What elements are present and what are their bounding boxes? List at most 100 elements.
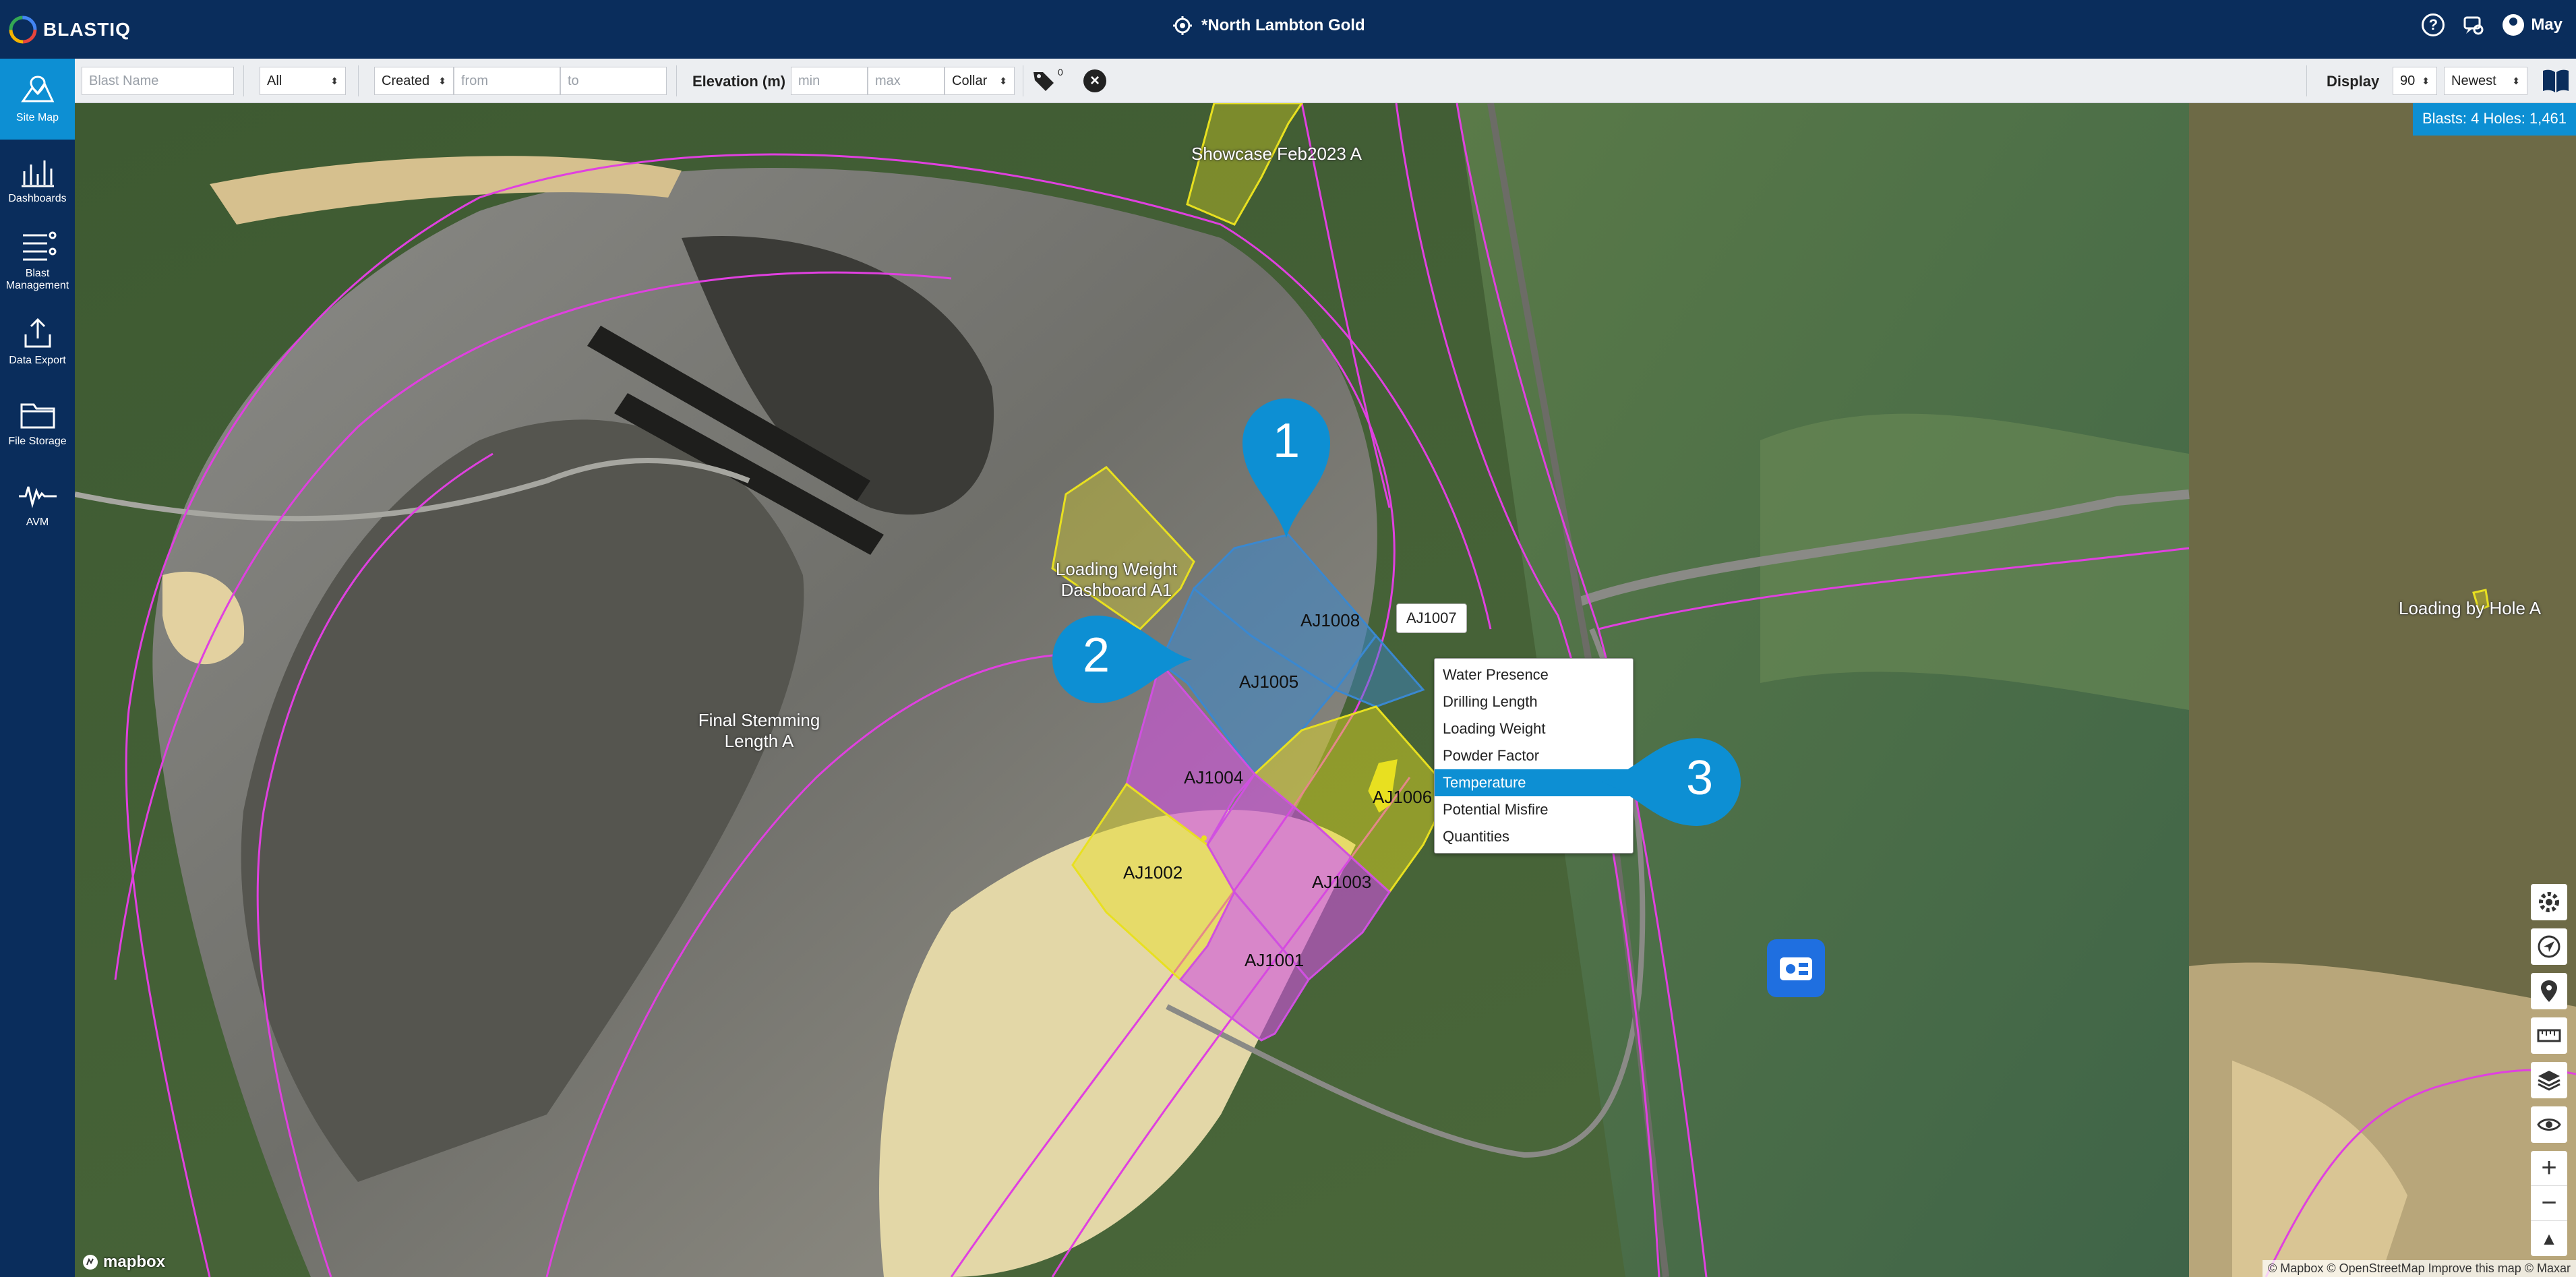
camera-icon[interactable] <box>1767 939 1825 997</box>
blast-label-showcase[interactable]: Showcase Feb2023 A <box>1191 144 1362 165</box>
dashboard-icon <box>21 160 54 187</box>
callout-number-2: 2 <box>1082 628 1110 682</box>
site-map[interactable]: Blasts: 4 Holes: 1,461 Showcase Feb2023 … <box>75 103 2576 1277</box>
marker-control[interactable] <box>2531 973 2567 1009</box>
visibility-control[interactable] <box>2531 1106 2567 1143</box>
sidebar-item-label: Dashboards <box>8 193 67 204</box>
top-actions: ? May <box>2422 13 2563 36</box>
tag-count: 0 <box>1058 67 1063 78</box>
sidebar-item-dashboards[interactable]: Dashboards <box>0 140 75 220</box>
elevation-max-input[interactable]: max <box>868 67 945 95</box>
location-target-icon <box>1173 16 1192 35</box>
hole-label[interactable]: AJ1005 <box>1239 672 1298 692</box>
site-selector[interactable]: *North Lambton Gold <box>1173 16 1365 35</box>
feedback-icon[interactable] <box>2462 13 2485 36</box>
hole-label[interactable]: AJ1001 <box>1245 950 1304 971</box>
hole-label[interactable]: AJ1002 <box>1123 862 1182 883</box>
navigation-icon <box>2538 935 2560 958</box>
sidebar: Site Map Dashboards Blast Management Dat… <box>0 59 75 1277</box>
site-name: *North Lambton Gold <box>1201 16 1365 34</box>
sort-arrows-icon: ⬍ <box>2512 75 2520 86</box>
blast-name-input[interactable]: Blast Name <box>82 67 234 95</box>
elevation-label: Elevation (m) <box>692 73 786 90</box>
tag-icon[interactable] <box>1032 69 1059 92</box>
sidebar-item-blast-management[interactable]: Blast Management <box>0 220 75 301</box>
blast-label-loading-weight[interactable]: Loading Weight Dashboard A1 <box>1046 559 1187 601</box>
date-to-input[interactable]: to <box>560 67 667 95</box>
type-select[interactable]: All ⬍ <box>260 67 346 95</box>
sidebar-item-site-map[interactable]: Site Map <box>0 59 75 140</box>
callout-number-3: 3 <box>1685 751 1714 805</box>
hole-label[interactable]: AJ1003 <box>1312 872 1371 893</box>
map-attribution[interactable]: © Mapbox © OpenStreetMap Improve this ma… <box>2263 1260 2576 1277</box>
eye-icon <box>2537 1119 2561 1131</box>
compass-button[interactable]: ▲ <box>2531 1221 2567 1256</box>
date-field-select[interactable]: Created ⬍ <box>374 67 454 95</box>
list-icon <box>22 231 56 261</box>
min-placeholder: min <box>798 73 820 88</box>
blastiq-logo-icon <box>9 16 37 44</box>
locate-control[interactable] <box>2531 928 2567 965</box>
layers-control[interactable] <box>2531 1062 2567 1098</box>
map-icon <box>20 76 54 102</box>
settings-control[interactable] <box>2531 884 2567 920</box>
hole-label[interactable]: AJ1008 <box>1300 610 1360 631</box>
satellite-imagery <box>75 103 2576 1277</box>
sidebar-item-data-export[interactable]: Data Export <box>0 301 75 382</box>
blastiq-logo[interactable]: BLASTIQ <box>8 15 131 44</box>
user-avatar-icon <box>2503 14 2525 36</box>
menu-item-drilling-length[interactable]: Drilling Length <box>1435 688 1633 715</box>
date-from-input[interactable]: from <box>454 67 560 95</box>
hole-label[interactable]: AJ1004 <box>1184 767 1243 788</box>
elevation-type-value: Collar <box>952 73 988 88</box>
sidebar-item-label: Data Export <box>9 355 66 366</box>
pin-icon <box>2541 980 2557 1002</box>
app-name: BLASTIQ <box>43 19 131 40</box>
blast-name-placeholder: Blast Name <box>89 73 159 88</box>
top-bar: BLASTIQ *North Lambton Gold ? May <box>0 0 2576 59</box>
zoom-controls: + − ▲ <box>2531 1151 2567 1256</box>
blastiq-app: BLASTIQ *North Lambton Gold ? May Site M… <box>0 0 2576 1277</box>
zoom-in-button[interactable]: + <box>2531 1151 2567 1186</box>
user-name: May <box>2531 16 2563 34</box>
help-icon[interactable]: ? <box>2422 13 2445 36</box>
display-count-value: 90 <box>2400 73 2416 88</box>
sidebar-item-label: Site Map <box>16 112 59 123</box>
display-count-select[interactable]: 90 ⬍ <box>2393 67 2437 95</box>
sort-select[interactable]: Newest ⬍ <box>2444 67 2527 95</box>
folder-icon <box>20 403 55 429</box>
divider <box>676 65 677 96</box>
sidebar-item-label: File Storage <box>8 436 67 447</box>
clear-filters-icon[interactable]: × <box>1083 69 1106 92</box>
legend-book-icon[interactable] <box>2540 67 2571 95</box>
elevation-type-select[interactable]: Collar ⬍ <box>945 67 1015 95</box>
sidebar-item-file-storage[interactable]: File Storage <box>0 382 75 463</box>
callout-number-1: 1 <box>1272 414 1300 468</box>
measure-control[interactable] <box>2531 1017 2567 1054</box>
sidebar-item-label: AVM <box>26 516 49 528</box>
display-label: Display <box>2327 73 2380 90</box>
hover-tooltip: AJ1007 <box>1396 603 1467 633</box>
blast-label-final-stemming[interactable]: Final Stemming Length A <box>685 710 833 752</box>
waveform-icon <box>18 486 57 508</box>
divider <box>2306 65 2307 96</box>
mapbox-logo[interactable]: mapbox <box>82 1253 165 1272</box>
sort-arrows-icon: ⬍ <box>330 75 338 86</box>
blast-summary-badge: Blasts: 4 Holes: 1,461 <box>2412 103 2576 136</box>
sidebar-item-label: Blast Management <box>5 268 69 291</box>
type-value: All <box>267 73 282 88</box>
menu-item-water-presence[interactable]: Water Presence <box>1435 661 1633 688</box>
to-placeholder: to <box>568 73 579 88</box>
max-placeholder: max <box>875 73 901 88</box>
sidebar-item-avm[interactable]: AVM <box>0 463 75 544</box>
blast-label-loading-by-hole[interactable]: Loading by Hole A <box>2399 598 2541 619</box>
zoom-out-button[interactable]: − <box>2531 1186 2567 1221</box>
from-placeholder: from <box>461 73 488 88</box>
user-menu[interactable]: May <box>2503 14 2563 36</box>
filter-bar: Blast Name All ⬍ Created ⬍ from to Elevati… <box>75 59 2576 103</box>
divider <box>243 65 244 96</box>
hole-label[interactable]: AJ1006 <box>1373 787 1432 808</box>
elevation-min-input[interactable]: min <box>791 67 868 95</box>
divider <box>358 65 359 96</box>
mapbox-icon <box>83 1255 98 1270</box>
